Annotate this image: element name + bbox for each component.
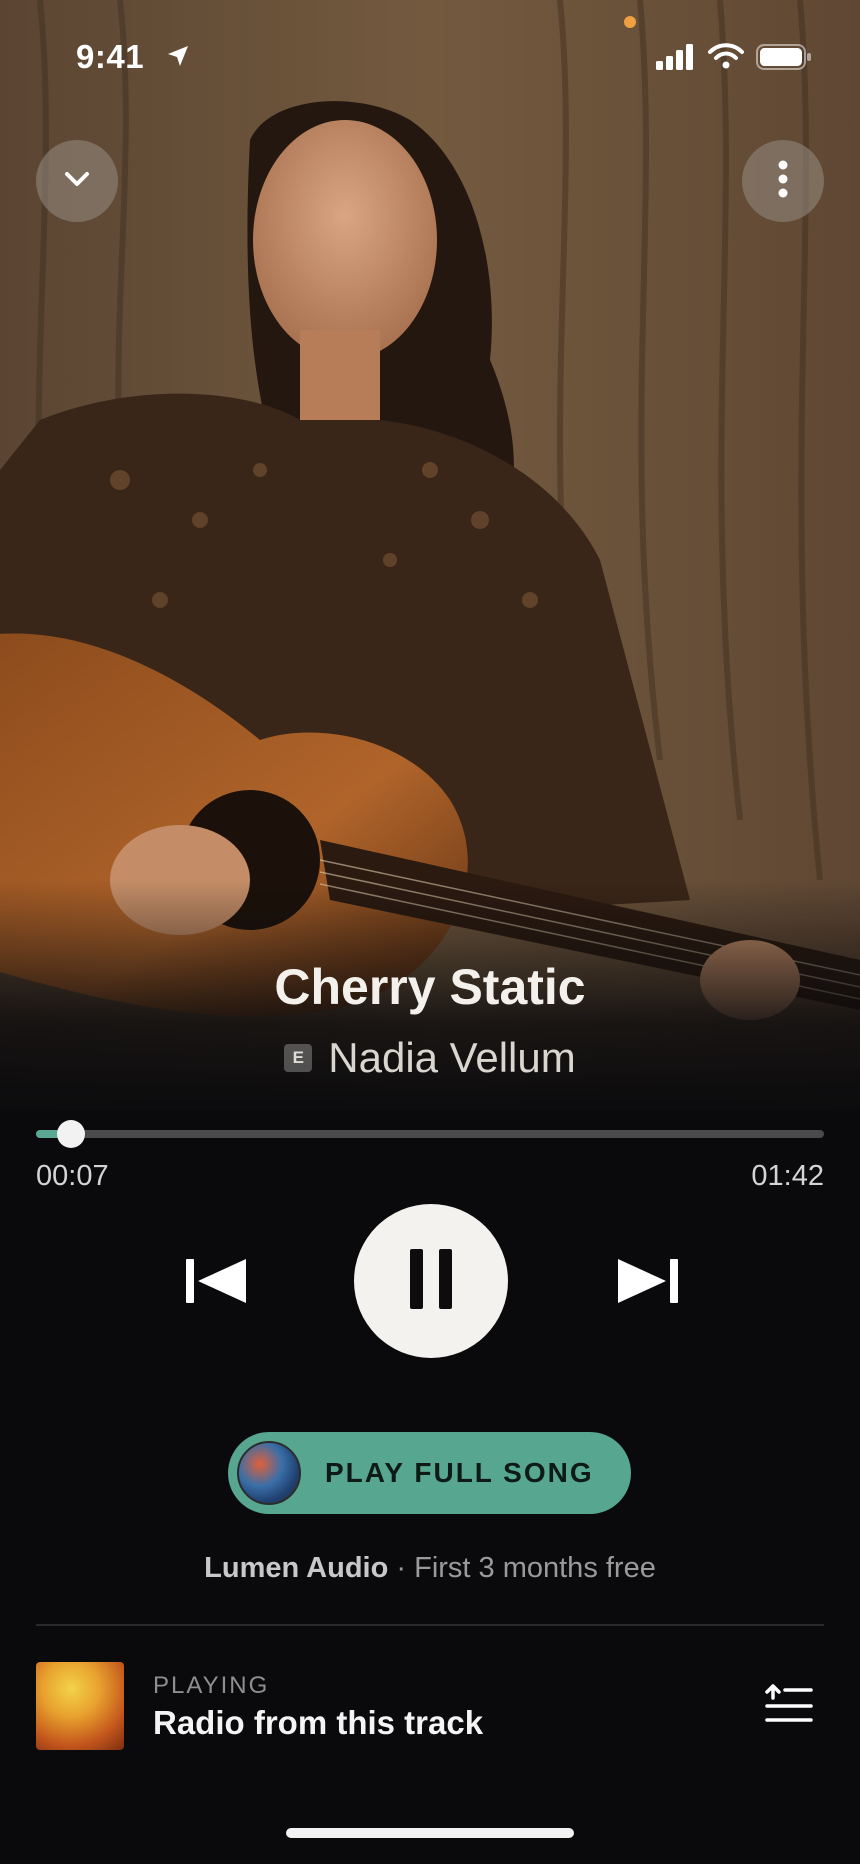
cellular-signal-icon (656, 44, 696, 75)
elapsed-time: 00:07 (36, 1160, 109, 1192)
now-playing-screen: 9:41 Cherry Static E Nadia Vellum 00:07 … (0, 0, 860, 1864)
collapse-player-button[interactable] (36, 140, 118, 222)
home-indicator[interactable] (286, 1828, 574, 1838)
promo-brand: Lumen Audio (204, 1552, 389, 1584)
progress-track (36, 1130, 824, 1138)
skip-next-icon (616, 1257, 680, 1310)
progress-thumb[interactable] (57, 1120, 86, 1148)
divider (36, 1624, 824, 1626)
status-time: 9:41 (76, 38, 145, 75)
queue-icon (763, 1683, 813, 1729)
radio-title[interactable]: Radio from this track (153, 1704, 483, 1742)
pause-button[interactable] (354, 1204, 508, 1358)
previous-track-button[interactable] (176, 1250, 256, 1316)
total-duration: 01:42 (751, 1160, 824, 1192)
chevron-down-icon (62, 169, 92, 194)
radio-status-label: PLAYING (153, 1672, 270, 1699)
promo-text: Lumen Audio · First 3 months free (0, 1552, 860, 1585)
status-bar: 9:41 (0, 0, 860, 118)
promo-offer: · First 3 months free (388, 1552, 656, 1584)
more-vertical-icon (777, 159, 789, 204)
more-options-button[interactable] (742, 140, 824, 222)
track-title: Cherry Static (274, 959, 586, 1015)
battery-icon (756, 44, 812, 75)
location-arrow-icon (166, 44, 190, 73)
explicit-badge: E (284, 1044, 313, 1072)
play-full-song-label: PLAY FULL SONG (325, 1457, 594, 1488)
playback-progress-bar[interactable] (36, 1120, 824, 1148)
artist-name[interactable]: Nadia Vellum (328, 1034, 575, 1082)
radio-thumbnail[interactable] (36, 1662, 124, 1750)
next-track-button[interactable] (608, 1250, 688, 1316)
play-full-song-button[interactable]: PLAY FULL SONG (228, 1432, 631, 1514)
track-artist-row: E Nadia Vellum (0, 1034, 860, 1082)
wifi-icon (708, 42, 744, 75)
cta-album-thumbnail (237, 1441, 301, 1505)
queue-button[interactable] (756, 1680, 820, 1732)
privacy-indicator-dot (624, 16, 636, 28)
album-artwork (0, 0, 860, 1110)
skip-previous-icon (184, 1257, 248, 1310)
pause-icon (408, 1248, 454, 1314)
